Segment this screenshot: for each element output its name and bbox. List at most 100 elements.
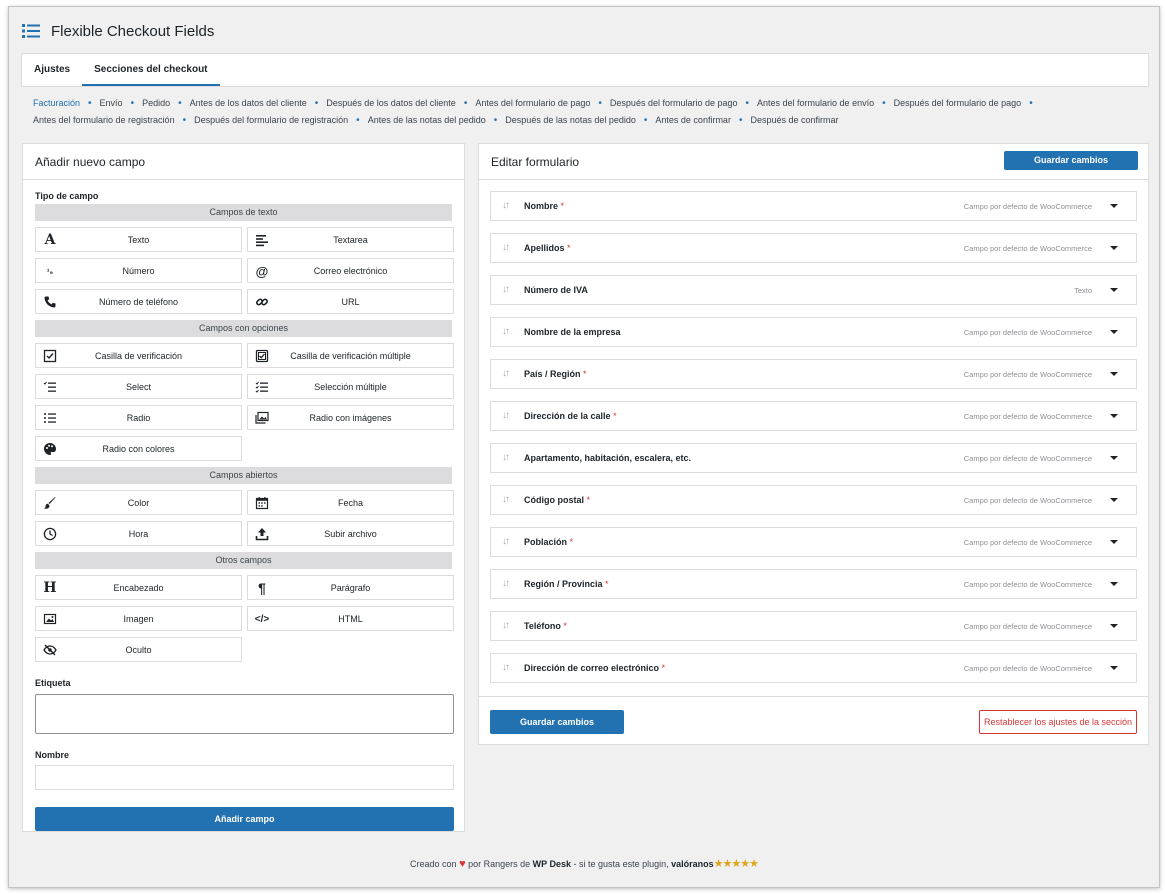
section-link-label[interactable]: Antes del formulario de pago — [475, 98, 590, 108]
field-type-multi-checkbox[interactable]: Casilla de verificación múltiple — [247, 343, 454, 368]
caret-down-icon[interactable] — [1110, 330, 1118, 334]
form-field-type: Campo por defecto de WooCommerce — [963, 201, 1092, 211]
field-type-label: Select — [125, 381, 151, 392]
drag-sort-icon[interactable]: ↓↑ — [502, 452, 510, 463]
field-type-upload[interactable]: Subir archivo — [247, 521, 454, 546]
drag-sort-icon[interactable]: ↓↑ — [502, 620, 510, 631]
field-type-label: Casilla de verificación múltiple — [290, 350, 411, 361]
rate-link[interactable]: valóranos — [671, 859, 714, 869]
field-type-radio-colors[interactable]: Radio con colores — [35, 436, 242, 461]
section-link-label[interactable]: Después del formulario de registración — [194, 115, 348, 125]
nombre-input[interactable] — [35, 765, 454, 790]
caret-down-icon[interactable] — [1110, 246, 1118, 250]
form-field-row[interactable]: ↓↑ Nombre * Campo por defecto de WooCommer… — [490, 191, 1137, 221]
caret-down-icon[interactable] — [1110, 456, 1118, 460]
tab-ajustes[interactable]: Ajustes — [22, 54, 82, 86]
form-field-row[interactable]: ↓↑ Nombre de la empresa Campo por defecto… — [490, 317, 1137, 347]
field-type-radio[interactable]: Radio — [35, 405, 242, 430]
edit-form-footer: Guardar cambios Restablecer los ajustes … — [479, 696, 1148, 744]
field-type-paragrafo[interactable]: ¶ Parágrafo — [247, 575, 454, 600]
field-type-radio-images[interactable]: Radio con imágenes — [247, 405, 454, 430]
etiqueta-textarea[interactable] — [35, 694, 454, 734]
caret-down-icon[interactable] — [1110, 204, 1118, 208]
section-link-label[interactable]: Después de las notas del pedido — [505, 115, 636, 125]
bullet-separator-icon: • — [356, 115, 360, 126]
form-field-row[interactable]: ↓↑ Región / Provincia * Campo por defecto … — [490, 569, 1137, 599]
drag-sort-icon[interactable]: ↓↑ — [502, 368, 510, 379]
form-field-row[interactable]: ↓↑ Código postal * Campo por defecto de Wo… — [490, 485, 1137, 515]
field-type-color[interactable]: Color — [35, 490, 242, 515]
form-field-row[interactable]: ↓↑ Dirección de correo electrónico * Campo… — [490, 653, 1137, 683]
section-link-label[interactable]: Antes de confirmar — [655, 115, 731, 125]
form-field-name: Dirección de la calle * — [524, 411, 617, 421]
caret-down-icon[interactable] — [1110, 414, 1118, 418]
reset-section-button[interactable]: Restablecer los ajustes de la sección — [979, 710, 1137, 734]
section-link-label[interactable]: Facturación — [33, 98, 80, 108]
field-type-numero[interactable]: ¹₉ Número — [35, 258, 242, 283]
drag-sort-icon[interactable]: ↓↑ — [502, 578, 510, 589]
caret-down-icon[interactable] — [1110, 582, 1118, 586]
form-field-row[interactable]: ↓↑ Dirección de la calle * Campo por defec… — [490, 401, 1137, 431]
field-type-select[interactable]: Select — [35, 374, 242, 399]
drag-sort-icon[interactable]: ↓↑ — [502, 200, 510, 211]
section-link: Antes de las notas del pedido • — [368, 112, 506, 129]
field-type-multiselect[interactable]: Selección múltiple — [247, 374, 454, 399]
form-field-row[interactable]: ↓↑ Apellidos * Campo por defecto de WooCom… — [490, 233, 1137, 263]
section-link: Antes del formulario de pago • — [475, 95, 610, 112]
drag-sort-icon[interactable]: ↓↑ — [502, 242, 510, 253]
field-type-texto[interactable]: A Texto — [35, 227, 242, 252]
caret-down-icon[interactable] — [1110, 288, 1118, 292]
tab-secciones-checkout[interactable]: Secciones del checkout — [82, 54, 220, 86]
save-changes-button-top[interactable]: Guardar cambios — [1004, 151, 1138, 170]
form-field-row[interactable]: ↓↑ Número de IVA Texto — [490, 275, 1137, 305]
field-type-encabezado[interactable]: H Encabezado — [35, 575, 242, 600]
section-link: Después de las notas del pedido • — [505, 112, 655, 129]
star-rating-icon[interactable]: ★★★★★ — [714, 858, 759, 870]
section-link-label[interactable]: Antes de las notas del pedido — [368, 115, 486, 125]
field-type-url[interactable]: URL — [247, 289, 454, 314]
section-link-label[interactable]: Después del formulario de pago — [894, 98, 1022, 108]
form-field-type: Campo por defecto de WooCommerce — [963, 453, 1092, 463]
drag-sort-icon[interactable]: ↓↑ — [502, 536, 510, 547]
section-link-label[interactable]: Antes de los datos del cliente — [190, 98, 307, 108]
section-link-label[interactable]: Después de los datos del cliente — [326, 98, 456, 108]
form-field-row[interactable]: ↓↑ País / Región * Campo por defecto de Wo… — [490, 359, 1137, 389]
save-changes-button-bottom[interactable]: Guardar cambios — [490, 710, 624, 734]
section-link: Antes de los datos del cliente • — [190, 95, 327, 112]
add-field-button[interactable]: Añadir campo — [35, 807, 454, 831]
multi-select-icon — [254, 379, 270, 395]
field-type-textarea[interactable]: Textarea — [247, 227, 454, 252]
caret-down-icon[interactable] — [1110, 624, 1118, 628]
form-field-row[interactable]: ↓↑ Teléfono * Campo por defecto de WooComm… — [490, 611, 1137, 641]
caret-down-icon[interactable] — [1110, 498, 1118, 502]
field-type-fecha[interactable]: Fecha — [247, 490, 454, 515]
drag-sort-icon[interactable]: ↓↑ — [502, 410, 510, 421]
field-type-hora[interactable]: Hora — [35, 521, 242, 546]
caret-down-icon[interactable] — [1110, 372, 1118, 376]
field-type-imagen[interactable]: Imagen — [35, 606, 242, 631]
drag-sort-icon[interactable]: ↓↑ — [502, 326, 510, 337]
drag-sort-icon[interactable]: ↓↑ — [502, 494, 510, 505]
section-link-label[interactable]: Después del formulario de pago — [610, 98, 738, 108]
drag-sort-icon[interactable]: ↓↑ — [502, 662, 510, 673]
field-type-oculto[interactable]: Oculto — [35, 637, 242, 662]
form-field-name: Teléfono * — [524, 621, 567, 631]
section-link-label[interactable]: Pedido — [142, 98, 170, 108]
field-type-html[interactable]: </> HTML — [247, 606, 454, 631]
field-type-correo[interactable]: @ Correo electrónico — [247, 258, 454, 283]
field-type-checkbox[interactable]: Casilla de verificación — [35, 343, 242, 368]
caret-down-icon[interactable] — [1110, 540, 1118, 544]
section-link: Facturación • — [33, 95, 100, 112]
drag-sort-icon[interactable]: ↓↑ — [502, 284, 510, 295]
section-link-label[interactable]: Envío — [100, 98, 123, 108]
section-link-label[interactable]: Después de confirmar — [750, 115, 838, 125]
form-field-row[interactable]: ↓↑ Población * Campo por defecto de WooCom… — [490, 527, 1137, 557]
form-field-row[interactable]: ↓↑ Apartamento, habitación, escalera, etc… — [490, 443, 1137, 473]
link-icon — [254, 294, 270, 310]
section-link-label[interactable]: Antes del formulario de registración — [33, 115, 175, 125]
section-link: Envío • — [100, 95, 143, 112]
section-link-label[interactable]: Antes del formulario de envío — [757, 98, 874, 108]
field-type-telefono[interactable]: Número de teléfono — [35, 289, 242, 314]
caret-down-icon[interactable] — [1110, 666, 1118, 670]
wpdesk-link[interactable]: WP Desk — [533, 859, 571, 869]
